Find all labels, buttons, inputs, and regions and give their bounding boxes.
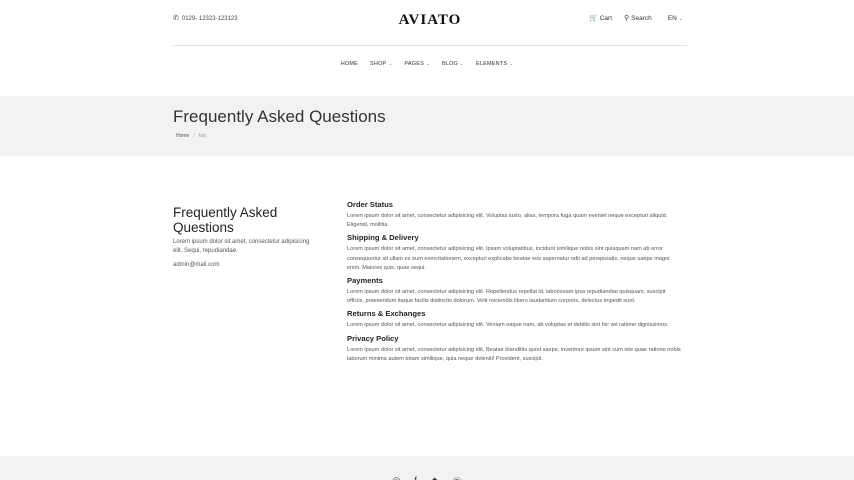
nav-item-shop[interactable]: SHOP ⌄ xyxy=(370,61,392,67)
breadcrumb-current: faq xyxy=(198,133,206,139)
chevron-down-icon: ⌄ xyxy=(425,61,430,66)
social-links: ◎ f ✦ Ⓟ xyxy=(0,475,854,480)
language-select[interactable]: EN ⌄ xyxy=(668,15,683,22)
faq-question: Shipping & Delivery xyxy=(347,233,419,243)
instagram-icon[interactable]: ◎ xyxy=(393,475,401,480)
faq-question: Privacy Policy xyxy=(347,333,399,343)
footer: ◎ f ✦ Ⓟ xyxy=(0,456,854,480)
nav-item-pages[interactable]: PAGES ⌄ xyxy=(404,61,430,67)
faq-list: Order Status Lorem ipsum dolor sit amet,… xyxy=(347,200,683,367)
main-nav: HOME SHOP ⌄ PAGES ⌄ BLOG ⌄ ELEMENTS ⌄ xyxy=(0,61,854,67)
breadcrumb-home[interactable]: Home xyxy=(176,133,189,139)
header-utilities: 🛒 Cart ⚲ Search EN ⌄ xyxy=(589,15,683,22)
faq-item: Payments Lorem ipsum dolor sit amet, con… xyxy=(347,276,683,306)
chevron-down-icon: ⌄ xyxy=(509,61,514,66)
faq-answer: Lorem ipsum dolor sit amet, consectetur … xyxy=(347,322,669,329)
faq-answer: Lorem ipsum dolor sit amet, consectetur … xyxy=(347,213,668,229)
facebook-icon[interactable]: f xyxy=(414,475,417,480)
faq-answer: Lorem ipsum dolor sit amet, consectetur … xyxy=(347,289,666,305)
nav-item-elements[interactable]: ELEMENTS ⌄ xyxy=(476,61,513,67)
faq-question: Returns & Exchanges xyxy=(347,309,426,319)
page-title: Frequently Asked Questions xyxy=(173,107,386,126)
nav-item-home[interactable]: HOME xyxy=(341,61,358,67)
search-label: Search xyxy=(631,15,652,22)
nav-label: HOME xyxy=(340,61,359,67)
search-link[interactable]: ⚲ Search xyxy=(624,15,652,22)
faq-question: Order Status xyxy=(347,200,393,209)
faq-question: Payments xyxy=(347,276,383,286)
pinterest-icon[interactable]: Ⓟ xyxy=(452,475,461,480)
nav-item-blog[interactable]: BLOG ⌄ xyxy=(442,61,464,67)
faq-item: Order Status Lorem ipsum dolor sit amet,… xyxy=(347,200,683,230)
contact-email[interactable]: admin@mail.com xyxy=(173,262,318,268)
faq-intro-title: Frequently Asked Questions xyxy=(173,205,278,235)
twitter-icon[interactable]: ✦ xyxy=(431,475,439,480)
top-header: ✆ 0129- 12323-123123 AVIATO 🛒 Cart ⚲ Sea… xyxy=(173,0,687,46)
faq-intro: Frequently Asked Questions Lorem ipsum d… xyxy=(173,205,318,268)
search-icon: ⚲ xyxy=(624,15,630,22)
page-header: Frequently Asked Questions Home / faq xyxy=(0,96,854,156)
breadcrumb-separator: / xyxy=(193,133,195,139)
faq-item: Shipping & Delivery Lorem ipsum dolor si… xyxy=(347,233,683,273)
nav-label: PAGES xyxy=(404,61,424,67)
faq-intro-text: Lorem ipsum dolor sit amet, consectetur … xyxy=(173,239,310,254)
breadcrumb: Home / faq xyxy=(176,133,206,139)
language-label: EN xyxy=(667,15,677,22)
faq-answer: Lorem ipsum dolor sit amet, consectetur … xyxy=(347,346,681,362)
nav-label: ELEMENTS xyxy=(476,61,508,67)
chevron-down-icon: ⌄ xyxy=(678,15,683,22)
chevron-down-icon: ⌄ xyxy=(388,61,393,66)
cart-label: Cart xyxy=(599,15,613,22)
chevron-down-icon: ⌄ xyxy=(460,61,465,66)
faq-item: Returns & Exchanges Lorem ipsum dolor si… xyxy=(347,309,683,330)
cart-link[interactable]: 🛒 Cart xyxy=(589,15,612,22)
nav-label: BLOG xyxy=(441,61,459,67)
cart-icon: 🛒 xyxy=(589,15,598,22)
faq-item: Privacy Policy Lorem ipsum dolor sit ame… xyxy=(347,334,683,364)
faq-answer: Lorem ipsum dolor sit amet, consectetur … xyxy=(347,246,670,271)
nav-label: SHOP xyxy=(370,61,387,67)
